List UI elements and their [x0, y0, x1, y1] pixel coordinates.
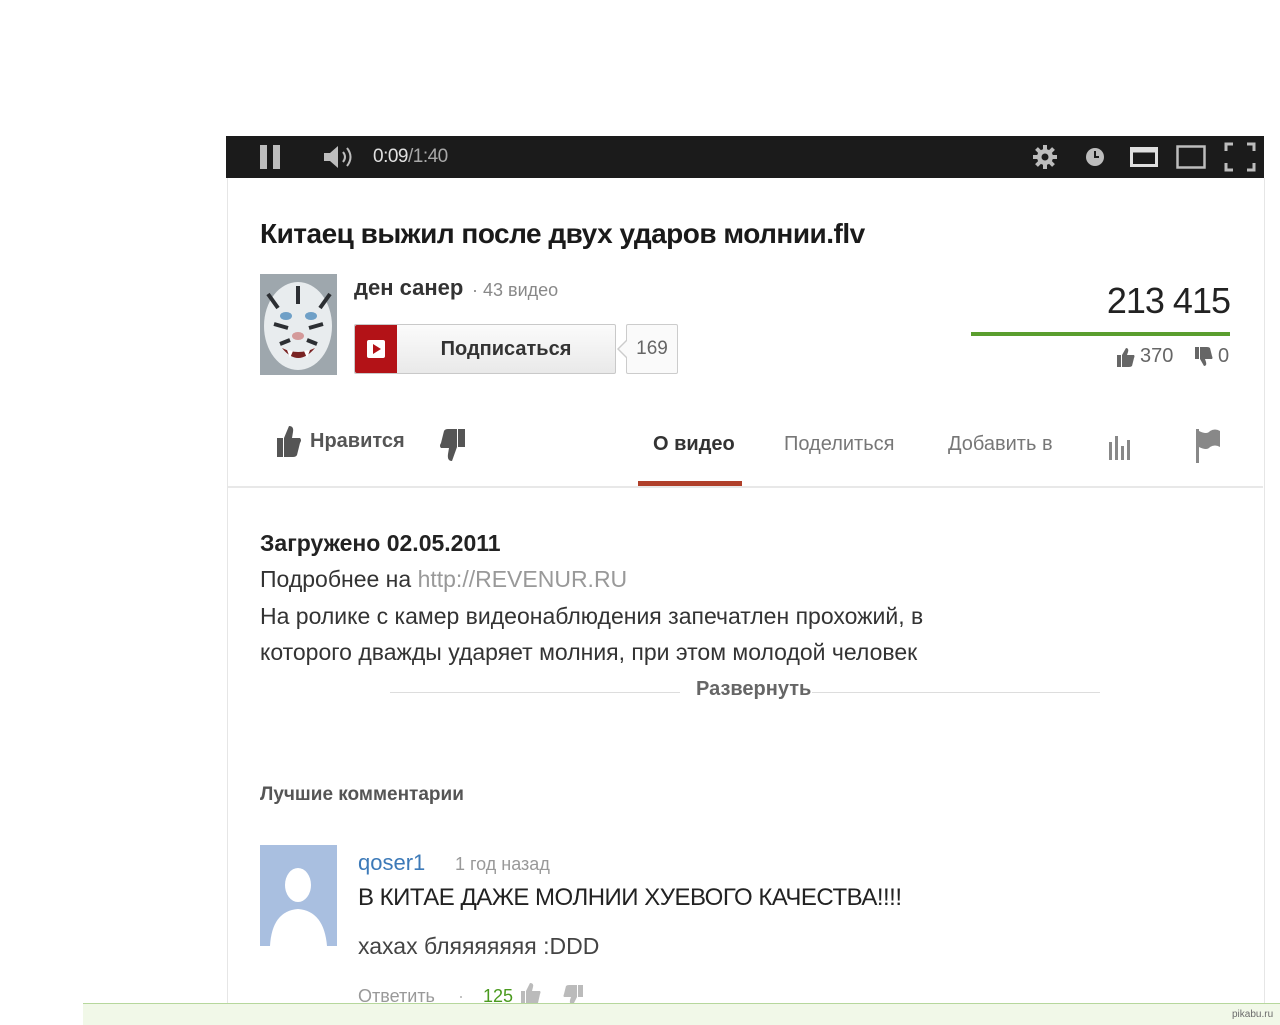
player-control-bar: 0:09 / 1:40 [226, 136, 1264, 178]
thumbs-up-icon [521, 983, 541, 1004]
description-more-line: Подробнее на http://REVENUR.RU [260, 566, 627, 593]
comment-avatar[interactable] [260, 845, 337, 946]
like-count: 370 [1140, 345, 1174, 367]
pause-button[interactable] [258, 136, 282, 178]
dislike-button[interactable] [438, 427, 466, 468]
actions-divider [228, 486, 1263, 488]
view-count: 213 415 [1106, 280, 1231, 321]
default-user-icon [260, 845, 337, 946]
tiger-avatar-image [260, 274, 337, 375]
comments-heading: Лучшие комментарии [260, 784, 464, 805]
like-button[interactable]: Нравится [276, 424, 405, 458]
clock-icon [1086, 148, 1104, 166]
subscriber-count: 169 [626, 324, 678, 374]
channel-name[interactable]: ден санер [354, 275, 463, 301]
video-title: Китаец выжил после двух ударов молнии.fl… [260, 218, 865, 249]
description-more-prefix: Подробнее на [260, 566, 418, 592]
tab-about[interactable]: О видео [653, 433, 735, 456]
dislike-count: 0 [1218, 345, 1230, 367]
watermark: pikabu.ru [1232, 1009, 1274, 1020]
subscribe-icon-box [355, 325, 397, 373]
expand-divider-left [390, 692, 680, 693]
expand-divider-right [812, 692, 1100, 693]
subscribe-button[interactable]: Подписаться [354, 324, 616, 374]
subscribe-label: Подписаться [440, 337, 572, 360]
description-line-2: которого дважды ударяет молния, при этом… [260, 639, 918, 665]
statistics-icon [1109, 436, 1130, 460]
comment-author[interactable]: qoser1 [358, 850, 425, 876]
volume-button[interactable] [322, 136, 356, 178]
like-button-label: Нравится [310, 429, 405, 452]
fullscreen-icon [1224, 142, 1256, 172]
settings-button[interactable] [1032, 136, 1058, 178]
dislike-count-stat: 0 [1194, 345, 1229, 368]
flag-icon [1196, 429, 1220, 463]
pause-icon [260, 145, 280, 169]
fullscreen-button[interactable] [1224, 136, 1256, 178]
tab-statistics[interactable] [1108, 428, 1134, 468]
time-duration: 1:40 [412, 146, 448, 167]
comment-time: 1 год назад [455, 854, 550, 874]
thumbs-up-icon [1117, 347, 1135, 367]
like-ratio-bar [971, 332, 1230, 336]
like-count-stat: 370 [1116, 345, 1173, 368]
tab-report[interactable] [1195, 428, 1221, 470]
bottom-strip [83, 1003, 1280, 1025]
youtube-play-icon [367, 340, 385, 358]
channel-avatar[interactable] [260, 274, 337, 375]
description-link[interactable]: http://REVENUR.RU [418, 566, 628, 592]
time-display: 0:09 / 1:40 [373, 136, 448, 178]
small-player-icon [1130, 147, 1158, 167]
large-player-button[interactable] [1176, 136, 1206, 178]
upload-date: Загружено 02.05.2011 [260, 530, 501, 556]
thumbs-down-icon [440, 429, 465, 461]
small-player-button[interactable] [1130, 136, 1158, 178]
thumbs-down-icon [1195, 346, 1213, 366]
volume-icon [324, 146, 352, 168]
time-current: 0:09 [373, 146, 408, 167]
thumbs-up-icon [277, 426, 301, 457]
tab-share[interactable]: Поделиться [784, 433, 894, 456]
comment-text-line-2: хахах бляяяяяяя :DDD [358, 933, 600, 959]
gear-icon [1033, 145, 1057, 169]
expand-description-button[interactable]: Развернуть [696, 678, 811, 701]
large-player-icon [1176, 145, 1206, 169]
comment-text-line-1: В КИТАЕ ДАЖЕ МОЛНИИ ХУЕВОГО КАЧЕСТВА!!!! [358, 884, 902, 911]
tab-add-to[interactable]: Добавить в [948, 433, 1053, 456]
description-line-1: На ролике с камер видеонаблюдения запеча… [260, 603, 924, 629]
annotations-button[interactable] [1084, 136, 1106, 178]
subscriber-count-arrow-inner [619, 340, 628, 358]
channel-video-count[interactable]: · 43 видео [472, 280, 558, 301]
